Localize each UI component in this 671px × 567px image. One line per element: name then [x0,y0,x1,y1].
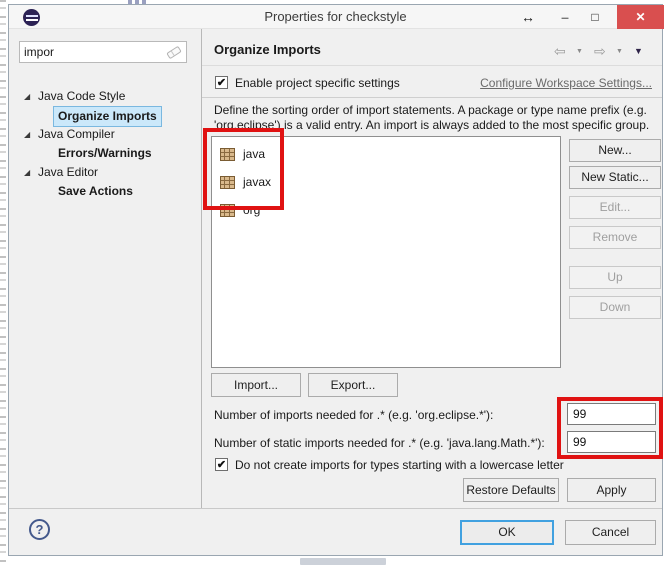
lowercase-types-checkbox[interactable]: ✔ [215,458,228,471]
sidebar-item-errors-warnings[interactable]: Errors/Warnings [58,144,152,163]
sidebar-item-java-editor[interactable]: Java Editor [38,163,98,182]
preferences-tree: ◢ Java Code Style Organize Imports ◢ Jav… [9,87,201,201]
list-item[interactable]: org [212,196,560,224]
help-button[interactable]: ? [29,519,50,540]
up-button: Up [569,266,661,289]
description-text: Define the sorting order of import state… [214,103,669,133]
tree-row: Save Actions [9,182,201,201]
down-button: Down [569,296,661,319]
footer-divider [9,508,662,509]
preferences-sidebar: ◢ Java Code Style Organize Imports ◢ Jav… [9,29,201,508]
ok-button[interactable]: OK [460,520,554,545]
apply-button[interactable]: Apply [567,478,656,502]
static-imports-threshold-input[interactable] [567,431,656,453]
background-window-fragment-bottom [300,558,386,565]
minimize-icon[interactable]: – [553,5,577,29]
import-group-label: javax [243,175,271,189]
import-group-label: java [243,147,265,161]
screen: Properties for checkstyle ↔ – □ ✕ ◢ Java… [0,0,671,567]
sidebar-item-save-actions[interactable]: Save Actions [58,182,133,201]
header-divider [202,65,662,66]
sidebar-divider [201,29,202,508]
restore-defaults-button[interactable]: Restore Defaults [463,478,559,502]
import-groups-list[interactable]: java javax org [211,136,561,368]
edit-button: Edit... [569,196,661,219]
remove-button: Remove [569,226,661,249]
list-item[interactable]: java [212,140,560,168]
tree-row: Organize Imports [9,106,201,125]
clear-filter-icon[interactable] [166,46,182,59]
list-item[interactable]: javax [212,168,560,196]
import-button[interactable]: Import... [211,373,301,397]
filter-input[interactable] [24,43,162,61]
export-button[interactable]: Export... [308,373,398,397]
tree-row: ◢ Java Code Style [9,87,201,106]
package-icon [220,176,235,189]
tree-expander-icon[interactable]: ◢ [24,163,30,182]
nav-back-icon[interactable]: ⇦ [554,43,566,60]
static-imports-threshold-label: Number of static imports needed for .* (… [214,436,545,450]
page-title: Organize Imports [214,42,321,57]
lowercase-types-label: Do not create imports for types starting… [235,458,564,472]
sidebar-item-java-compiler[interactable]: Java Compiler [38,125,115,144]
properties-dialog: Properties for checkstyle ↔ – □ ✕ ◢ Java… [8,4,663,556]
sidebar-item-java-code-style[interactable]: Java Code Style [38,87,125,106]
titlebar: Properties for checkstyle ↔ – □ ✕ [9,5,662,29]
tree-row: Errors/Warnings [9,144,201,163]
sidebar-item-organize-imports[interactable]: Organize Imports [53,106,162,127]
section-divider [202,97,662,98]
package-icon [220,204,235,217]
new-static-button[interactable]: New Static... [569,166,661,189]
configure-workspace-settings-link[interactable]: Configure Workspace Settings... [480,76,652,90]
package-icon [220,148,235,161]
restore-size-icon[interactable]: ↔ [515,5,541,29]
background-window-edge [0,0,6,567]
imports-threshold-input[interactable] [567,403,656,425]
tree-expander-icon[interactable]: ◢ [24,125,30,144]
enable-project-specific-checkbox[interactable]: ✔ [215,76,228,89]
tree-row: ◢ Java Compiler [9,125,201,144]
nav-forward-icon[interactable]: ⇨ [594,43,606,60]
imports-threshold-label: Number of imports needed for .* (e.g. 'o… [214,408,493,422]
nav-back-dropdown-icon[interactable]: ▼ [576,48,583,55]
enable-project-specific-label: Enable project specific settings [235,76,400,90]
maximize-icon[interactable]: □ [583,5,607,29]
cancel-button[interactable]: Cancel [565,520,656,545]
nav-forward-dropdown-icon[interactable]: ▼ [616,48,623,55]
tree-expander-icon[interactable]: ◢ [24,87,30,106]
import-group-label: org [243,203,260,217]
filter-box [19,41,187,63]
new-button[interactable]: New... [569,139,661,162]
tree-row: ◢ Java Editor [9,163,201,182]
view-menu-icon[interactable]: ▼ [634,46,643,56]
close-icon[interactable]: ✕ [617,5,664,29]
